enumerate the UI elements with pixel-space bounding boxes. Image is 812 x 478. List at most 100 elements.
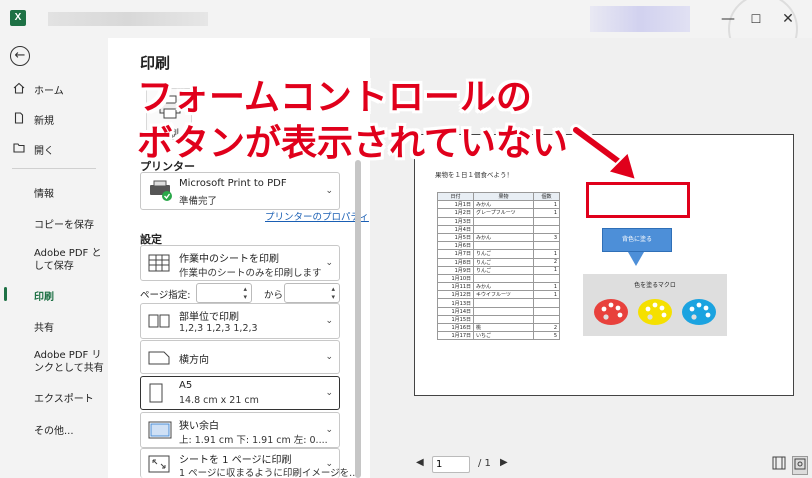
margins-icon	[148, 421, 172, 439]
zoom-to-page-button[interactable]	[792, 456, 808, 475]
table-row: 1月2日 グレープフルーツ 1	[437, 208, 560, 218]
nav-save-adobe-pdf-label2: して保存	[34, 261, 74, 272]
nav-save-adobe-pdf[interactable]: Adobe PDF と して保存	[0, 247, 108, 273]
fruit-table: 日付 果物 個数 1月1日 みかん 1 1月2日 グレープフルーツ 1 1月3日 1月4日 1月…	[437, 191, 560, 341]
print-scope-select[interactable]: 作業中のシートを印刷 作業中のシートのみを印刷します ⌄	[140, 245, 340, 281]
table-cell	[533, 224, 560, 234]
table-cell: 桃	[473, 322, 534, 333]
table-cell	[533, 314, 560, 325]
table-row: 1月15日	[437, 314, 560, 325]
nav-info[interactable]: 情報	[0, 185, 108, 200]
table-cell	[533, 216, 560, 226]
excel-icon: X	[10, 10, 26, 26]
spinner-icon: ▴ ▾	[331, 285, 335, 301]
annotation-line-2: ボタンが表示されていない	[137, 123, 568, 164]
maximize-button[interactable]: ☐	[746, 9, 766, 29]
macro-button: 背色に塗る	[602, 228, 672, 252]
column-header: 果物	[473, 191, 534, 202]
page-navigator: ◀ / 1 ▶	[414, 456, 810, 475]
table-cell: 5	[533, 331, 560, 341]
page-from-input[interactable]: ▴ ▾	[196, 283, 252, 303]
page-to-label: から	[264, 290, 284, 301]
chevron-down-icon: ⌄	[325, 388, 333, 398]
page-to-input[interactable]: ▴ ▾	[284, 283, 340, 303]
annotation-arrow-icon	[570, 124, 638, 182]
nav-more-label: その他...	[34, 426, 74, 437]
table-cell	[473, 224, 534, 234]
table-cell: 1月8日	[437, 257, 474, 267]
backstage-nav: ← ホーム 新規 開く 情報 コピーを保存 Adobe PDF と して保存 印…	[0, 38, 108, 478]
back-button[interactable]: ←	[10, 46, 30, 66]
scaling-select[interactable]: シートを 1 ページに印刷 1 ページに収まるように印刷イメージを... ⌄	[140, 448, 358, 478]
column-header: 個数	[533, 191, 560, 202]
nav-new[interactable]: 新規	[0, 112, 108, 127]
missing-button-highlight	[586, 182, 690, 218]
chevron-down-icon: ⌄	[325, 352, 333, 362]
macro-panel-label: 色を塗るマクロ	[634, 282, 676, 289]
page-total: / 1	[478, 458, 491, 469]
table-cell	[473, 273, 534, 284]
nav-open[interactable]: 開く	[0, 142, 108, 157]
table-cell	[533, 306, 560, 316]
nav-share-adobe-link-label2: ンクとして共有	[34, 363, 104, 374]
table-cell: 1月15日	[437, 314, 474, 325]
table-row: 1月12日 キウイフルーツ 1	[437, 290, 560, 300]
collate-title: 部単位で印刷	[179, 312, 239, 323]
table-cell	[533, 298, 560, 308]
chevron-down-icon: ⌄	[325, 186, 333, 196]
table-cell: みかん	[473, 232, 534, 243]
table-cell: みかん	[473, 282, 534, 292]
close-button[interactable]: ✕	[778, 9, 798, 29]
nav-export[interactable]: エクスポート	[0, 390, 108, 405]
table-cell: 1	[533, 200, 560, 210]
table-row: 1月1日 みかん 1	[437, 200, 560, 210]
current-page-input[interactable]	[432, 456, 470, 473]
collate-select[interactable]: 部単位で印刷 1,2,3 1,2,3 1,2,3 ⌄	[140, 303, 340, 339]
nav-share[interactable]: 共有	[0, 319, 108, 334]
macro-panel: 色を塗るマクロ	[583, 274, 727, 336]
table-cell	[473, 241, 534, 251]
nav-more[interactable]: その他...	[0, 422, 108, 437]
nav-share-adobe-link[interactable]: Adobe PDF リ ンクとして共有	[0, 349, 108, 375]
table-cell: 1月2日	[437, 208, 474, 218]
minimize-button[interactable]: —	[718, 9, 738, 29]
table-row: 1月10日	[437, 273, 560, 284]
margins-select[interactable]: 狭い余白 上: 1.91 cm 下: 1.91 cm 左: 0.... ⌄	[140, 412, 340, 448]
nav-new-label: 新規	[34, 116, 54, 127]
printer-select[interactable]: Microsoft Print to PDF 準備完了 ⌄	[140, 172, 340, 210]
palette-icon-red	[594, 299, 628, 325]
table-row: 1月5日 みかん 3	[437, 232, 560, 243]
table-cell: りんご	[473, 265, 534, 275]
nav-save-adobe-pdf-label: Adobe PDF と	[34, 248, 102, 259]
table-row: 1月11日 みかん 1	[437, 282, 560, 292]
settings-scrollbar[interactable]	[355, 160, 361, 478]
table-cell: 1月14日	[437, 306, 474, 316]
table-cell: 1月1日	[437, 200, 474, 210]
table-cell: 1月6日	[437, 241, 474, 251]
orientation-select[interactable]: 横方向 ⌄	[140, 340, 340, 374]
table-cell: 1月7日	[437, 249, 474, 259]
nav-open-label: 開く	[34, 146, 54, 157]
table-row: 1月17日 いちご 5	[437, 331, 560, 341]
table-cell	[533, 273, 560, 284]
nav-print[interactable]: 印刷	[0, 288, 108, 303]
nav-save-copy[interactable]: コピーを保存	[0, 216, 108, 231]
table-cell: りんご	[473, 249, 534, 259]
printer-properties-link[interactable]: プリンターのプロパティ	[265, 209, 369, 223]
next-page-button[interactable]: ▶	[500, 457, 508, 468]
page-spec-label: ページ指定:	[140, 290, 191, 301]
chevron-down-icon: ⌄	[325, 458, 333, 469]
table-cell: 1月5日	[437, 232, 474, 243]
prev-page-button[interactable]: ◀	[416, 457, 424, 468]
table-cell: 1	[533, 208, 560, 218]
table-row: 1月14日	[437, 306, 560, 316]
nav-export-label: エクスポート	[34, 394, 94, 405]
zoom-to-page-icon	[794, 458, 806, 470]
table-body: 1月1日 みかん 1 1月2日 グレープフルーツ 1 1月3日 1月4日 1月5日 みかん 3 1月6…	[437, 200, 560, 341]
palette-icons	[594, 299, 716, 325]
table-row: 1月13日	[437, 298, 560, 308]
printer-icon	[150, 180, 172, 201]
paper-size-select[interactable]: A5 14.8 cm x 21 cm ⌄	[140, 376, 340, 410]
show-margins-button[interactable]	[772, 456, 786, 473]
nav-home[interactable]: ホーム	[0, 82, 108, 97]
